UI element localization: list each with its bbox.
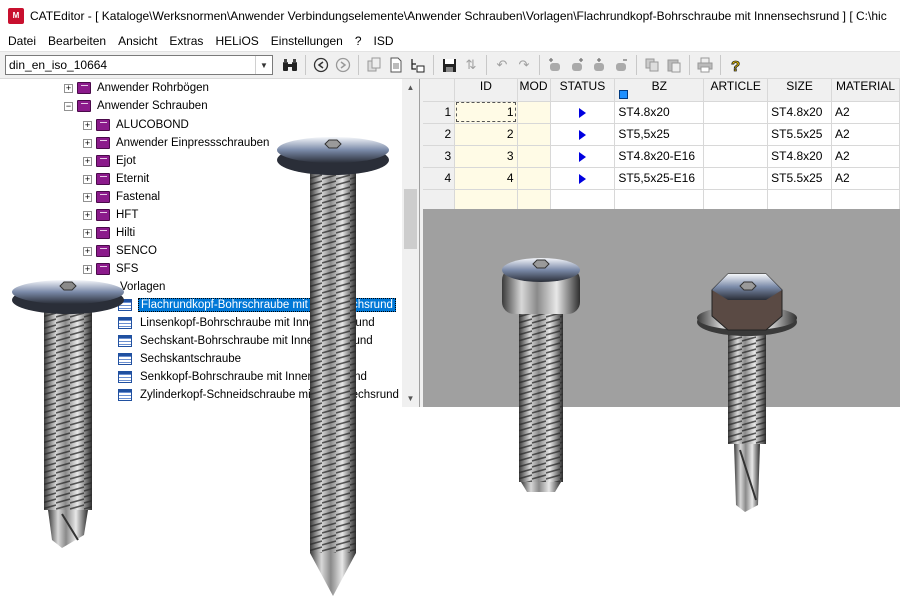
screw-flat-head-drill <box>12 280 124 548</box>
screw-pan-head <box>502 258 580 492</box>
screw-pointed-tall <box>277 137 389 596</box>
screw-renderings <box>12 137 797 596</box>
screw-hex-head-drill <box>697 273 797 512</box>
